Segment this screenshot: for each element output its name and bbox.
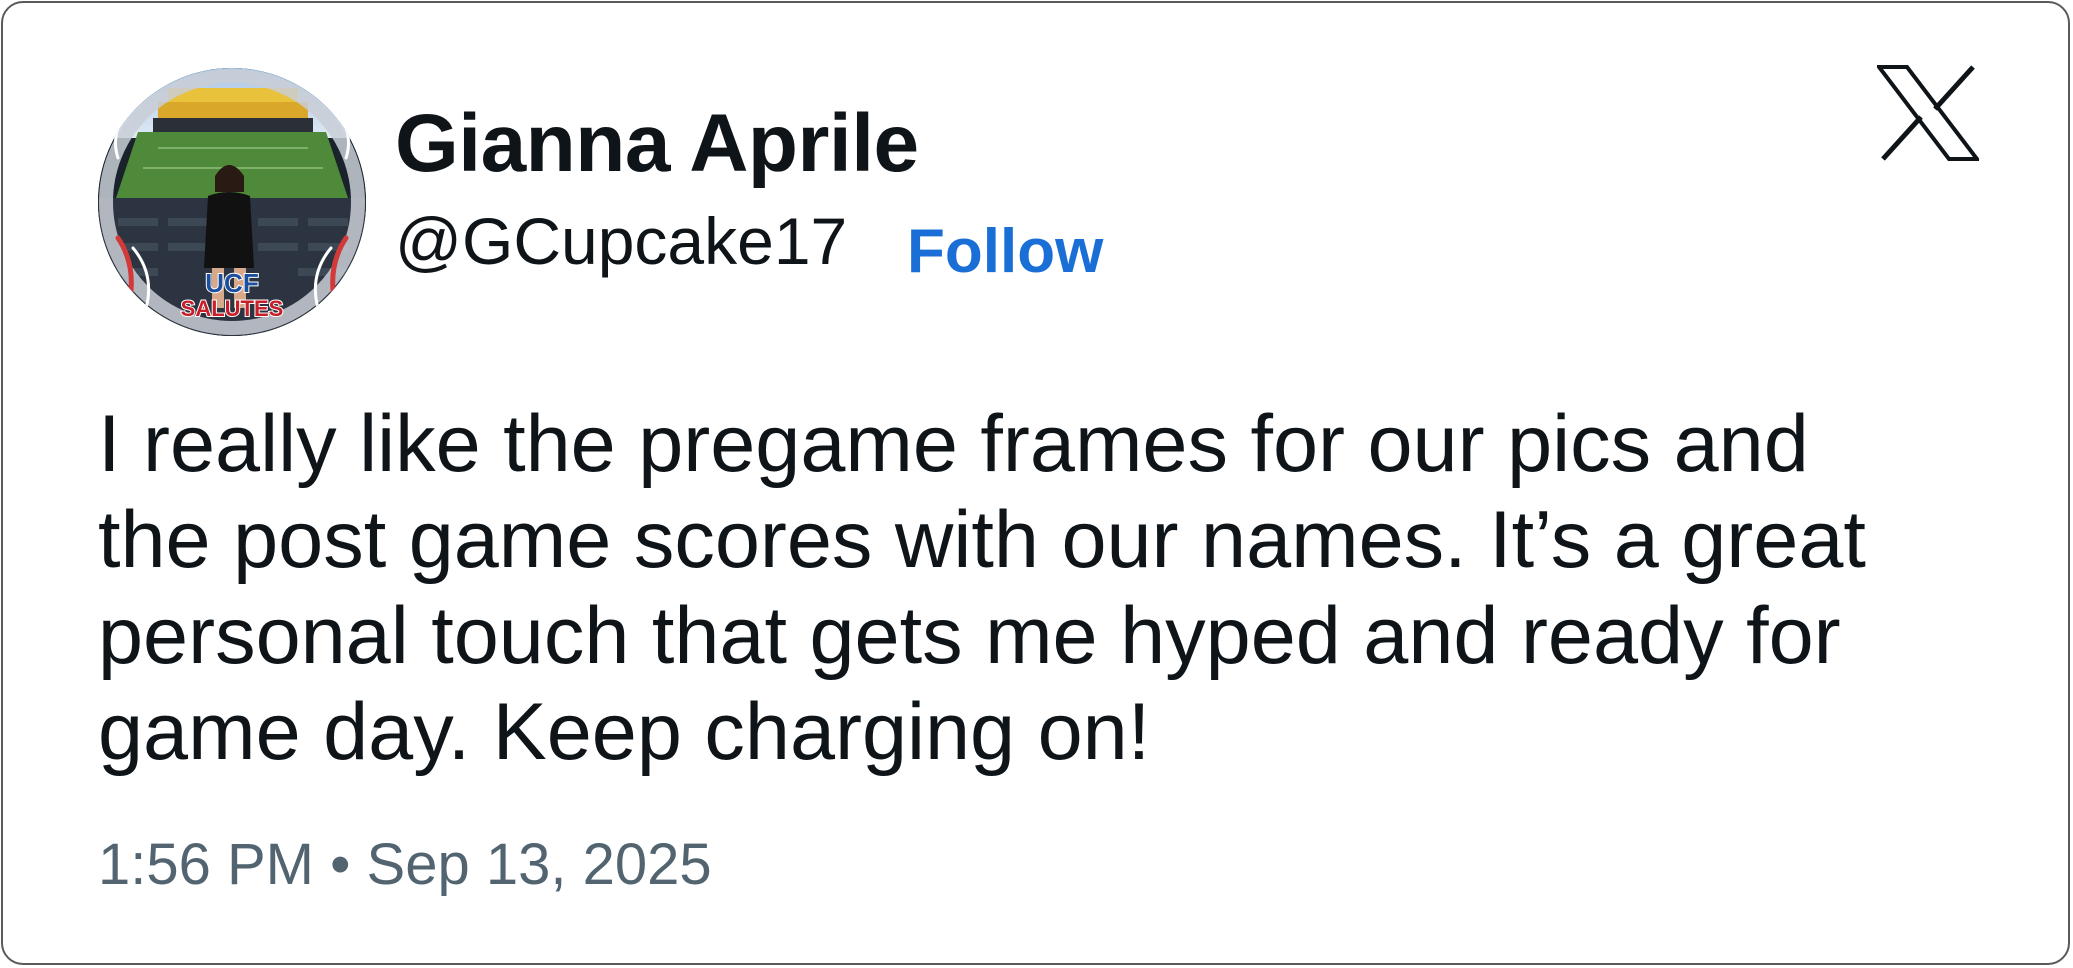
x-logo-icon[interactable]	[1874, 65, 1982, 161]
follow-button[interactable]: Follow	[907, 221, 1103, 283]
avatar-badge-bottom: SALUTES	[181, 296, 284, 321]
avatar-image: UCF SALUTES	[98, 68, 366, 336]
avatar-badge-top: UCF	[205, 268, 258, 298]
tweet-text-line: personal touch that gets me hyped and re…	[98, 591, 1841, 681]
tweet-text-line: the post game scores with our names. It’…	[98, 495, 1866, 585]
tweet-card: UCF SALUTES Gianna Aprile @GCupcake17 Fo…	[1, 1, 2070, 965]
tweet-timestamp[interactable]: 1:56 PM • Sep 13, 2025	[98, 836, 712, 894]
avatar[interactable]: UCF SALUTES	[98, 68, 366, 336]
author-display-name[interactable]: Gianna Aprile	[395, 103, 919, 185]
tweet-text-line: game day. Keep charging on!	[98, 687, 1151, 777]
tweet-text: I really like the pregame frames for our…	[98, 396, 2018, 780]
tweet-text-line: I really like the pregame frames for our…	[98, 399, 1809, 489]
author-handle[interactable]: @GCupcake17	[395, 208, 847, 274]
